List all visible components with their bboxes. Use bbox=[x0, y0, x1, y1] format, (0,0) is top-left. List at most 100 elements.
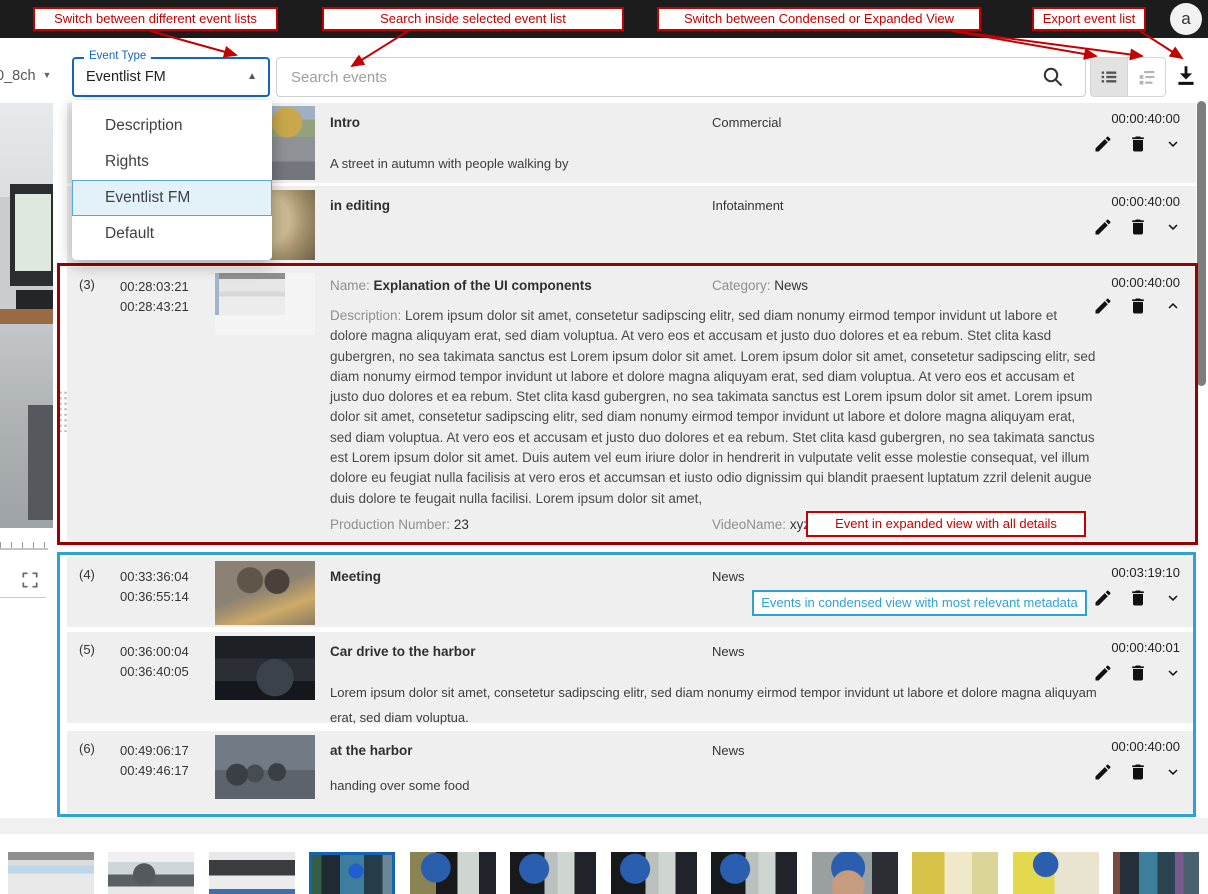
event-title: Meeting bbox=[330, 569, 381, 584]
chevron-down-icon: ▼ bbox=[43, 70, 52, 80]
delete-icon[interactable] bbox=[1127, 662, 1149, 684]
expanded-view-button[interactable] bbox=[1128, 57, 1166, 97]
video-preview bbox=[0, 103, 53, 528]
event-category: News bbox=[712, 743, 745, 758]
delete-icon[interactable] bbox=[1127, 295, 1149, 317]
filmstrip-thumbnail-selected[interactable] bbox=[309, 852, 395, 894]
view-toggle-group bbox=[1090, 57, 1166, 97]
event-duration: 00:00:40:00 bbox=[1111, 111, 1180, 126]
event-thumbnail bbox=[215, 735, 315, 799]
filmstrip-thumbnail[interactable] bbox=[611, 852, 697, 894]
chevron-down-icon[interactable] bbox=[1162, 662, 1184, 684]
filmstrip-thumbnail[interactable] bbox=[108, 852, 194, 894]
chevron-up-icon[interactable] bbox=[1162, 295, 1184, 317]
menu-option-eventlist-fm[interactable]: Eventlist FM bbox=[72, 180, 272, 216]
search-icon bbox=[1041, 65, 1065, 89]
filmstrip-thumbnail[interactable] bbox=[410, 852, 496, 894]
filmstrip-thumbnail[interactable] bbox=[510, 852, 596, 894]
event-timecodes: 00:33:36:0400:36:55:14 bbox=[120, 567, 189, 607]
filmstrip-thumbnail[interactable] bbox=[812, 852, 898, 894]
channel-selector[interactable]: 0_8ch ▼ bbox=[0, 68, 51, 84]
event-title: Intro bbox=[330, 115, 360, 130]
filmstrip-thumbnail[interactable] bbox=[8, 852, 94, 894]
event-description: Lorem ipsum dolor sit amet, consetetur s… bbox=[330, 680, 1105, 730]
event-description: handing over some food bbox=[330, 773, 1105, 798]
event-description: A street in autumn with people walking b… bbox=[330, 151, 1105, 176]
menu-option-default[interactable]: Default bbox=[72, 216, 272, 252]
edit-icon[interactable] bbox=[1092, 133, 1114, 155]
event-type-value: Eventlist FM bbox=[86, 59, 166, 95]
annotation-condensed-view: Events in condensed view with most relev… bbox=[752, 590, 1087, 616]
event-duration: 00:03:19:10 bbox=[1111, 565, 1180, 580]
event-thumbnail bbox=[215, 636, 315, 700]
event-timecodes: 00:28:03:2100:28:43:21 bbox=[120, 277, 189, 317]
filmstrip-thumbnail[interactable] bbox=[711, 852, 797, 894]
user-avatar[interactable]: a bbox=[1170, 3, 1202, 35]
annotation-export: Export event list bbox=[1032, 7, 1146, 31]
filmstrip-thumbnail[interactable] bbox=[209, 852, 295, 894]
event-category: Infotainment bbox=[712, 198, 784, 213]
menu-option-description[interactable]: Description bbox=[72, 108, 272, 144]
delete-icon[interactable] bbox=[1127, 216, 1149, 238]
edit-icon[interactable] bbox=[1092, 587, 1114, 609]
delete-icon[interactable] bbox=[1127, 761, 1149, 783]
edit-icon[interactable] bbox=[1092, 761, 1114, 783]
event-name: Name: Explanation of the UI components bbox=[330, 278, 592, 293]
event-duration: 00:00:40:01 bbox=[1111, 640, 1180, 655]
chevron-down-icon[interactable] bbox=[1162, 216, 1184, 238]
event-category: News bbox=[712, 569, 745, 584]
menu-option-rights[interactable]: Rights bbox=[72, 144, 272, 180]
chevron-down-icon[interactable] bbox=[1162, 761, 1184, 783]
edit-icon[interactable] bbox=[1092, 216, 1114, 238]
event-category: Category: News bbox=[712, 278, 808, 293]
event-row[interactable]: (5) 00:36:00:0400:36:40:05 Car drive to … bbox=[67, 632, 1196, 723]
chevron-up-icon: ▲ bbox=[247, 59, 257, 95]
event-description: Description: Lorem ipsum dolor sit amet,… bbox=[330, 306, 1098, 509]
event-number: (6) bbox=[79, 741, 95, 756]
annotation-switch-lists: Switch between different event lists bbox=[33, 7, 278, 31]
fullscreen-icon[interactable] bbox=[20, 570, 40, 590]
event-row-expanded[interactable]: (3) 00:28:03:2100:28:43:21 Name: Explana… bbox=[67, 267, 1196, 541]
event-duration: 00:00:40:00 bbox=[1111, 194, 1180, 209]
scrollbar-thumb[interactable] bbox=[1197, 101, 1206, 386]
event-number: (3) bbox=[79, 277, 95, 292]
filmstrip-thumbnail[interactable] bbox=[1013, 852, 1099, 894]
event-timecodes: 00:36:00:0400:36:40:05 bbox=[120, 642, 189, 682]
edit-icon[interactable] bbox=[1092, 662, 1114, 684]
filmstrip-separator bbox=[0, 818, 1208, 834]
event-timecodes: 00:49:06:1700:49:46:17 bbox=[120, 741, 189, 781]
timeline-ruler[interactable] bbox=[0, 540, 48, 550]
event-type-menu: Description Rights Eventlist FM Default bbox=[72, 100, 272, 260]
event-type-select[interactable]: Event Type Eventlist FM ▲ bbox=[72, 57, 270, 97]
event-category: News bbox=[712, 644, 745, 659]
filmstrip-thumbnail[interactable] bbox=[912, 852, 998, 894]
event-thumbnail bbox=[215, 273, 315, 335]
event-videoname: VideoName: xyz bbox=[712, 517, 810, 532]
delete-icon[interactable] bbox=[1127, 587, 1149, 609]
channel-label: 0_8ch bbox=[0, 68, 36, 84]
event-duration: 00:00:40:00 bbox=[1111, 739, 1180, 754]
event-title: Car drive to the harbor bbox=[330, 644, 476, 659]
event-thumbnail bbox=[215, 561, 315, 625]
event-production-number: Production Number: 23 bbox=[330, 517, 469, 532]
filmstrip-thumbnail[interactable] bbox=[1113, 852, 1199, 894]
search-input[interactable] bbox=[289, 58, 1033, 96]
condensed-view-button[interactable] bbox=[1090, 57, 1128, 97]
chevron-down-icon[interactable] bbox=[1162, 133, 1184, 155]
panel-divider bbox=[0, 597, 46, 598]
annotation-view-toggle: Switch between Condensed or Expanded Vie… bbox=[657, 7, 981, 31]
event-category: Commercial bbox=[712, 115, 781, 130]
event-title: in editing bbox=[330, 198, 390, 213]
event-duration: 00:00:40:00 bbox=[1111, 275, 1180, 290]
delete-icon[interactable] bbox=[1127, 133, 1149, 155]
filmstrip bbox=[0, 852, 1208, 894]
search-field bbox=[276, 57, 1086, 97]
event-row[interactable]: (6) 00:49:06:1700:49:46:17 at the harbor… bbox=[67, 731, 1196, 813]
annotation-search: Search inside selected event list bbox=[322, 7, 624, 31]
event-number: (4) bbox=[79, 567, 95, 582]
annotation-expanded-view: Event in expanded view with all details bbox=[806, 511, 1086, 537]
export-download-button[interactable] bbox=[1173, 63, 1199, 89]
event-row[interactable]: (4) 00:33:36:0400:36:55:14 Meeting News … bbox=[67, 557, 1196, 627]
chevron-down-icon[interactable] bbox=[1162, 587, 1184, 609]
event-title: at the harbor bbox=[330, 743, 413, 758]
